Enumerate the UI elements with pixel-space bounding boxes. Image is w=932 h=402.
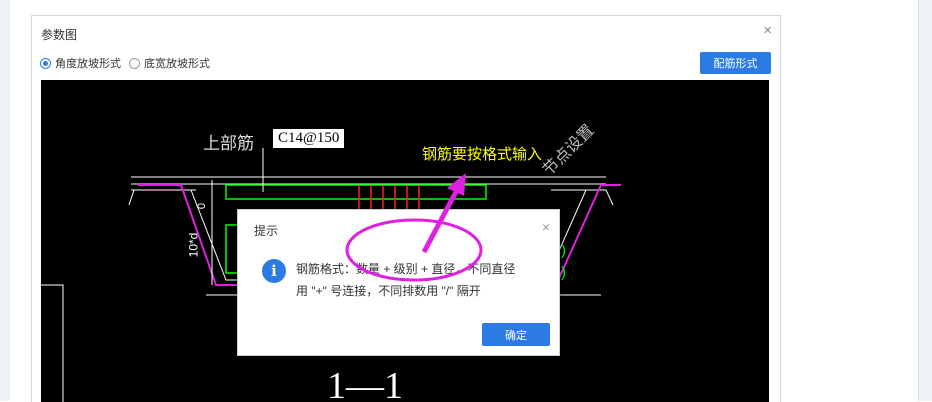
radio-width-slope[interactable]: 底宽放坡形式 xyxy=(129,55,210,71)
paren-label-1: ) xyxy=(561,242,566,259)
dialog-title: 参数图 xyxy=(41,28,78,42)
slope-mode-radio-group: 角度放坡形式 底宽放坡形式 xyxy=(40,55,218,71)
hint-popup: 提示 × i 钢筋格式：数量 + 级别 + 直径，不同直径 用 "+" 号连接，… xyxy=(237,209,560,356)
upper-rebar-label: 上部筋 xyxy=(203,134,254,153)
dimension-10d-label: 10*d xyxy=(186,232,201,258)
popup-close-icon[interactable]: × xyxy=(542,219,550,235)
popup-title: 提示 xyxy=(254,224,279,238)
right-scroll-panel[interactable] xyxy=(918,0,932,401)
radio-checked-icon[interactable] xyxy=(40,57,51,69)
upper-rebar-value[interactable]: C14@150 xyxy=(273,129,345,148)
section-label: 1—1 xyxy=(327,365,403,402)
format-hint-annotation: 钢筋要按格式输入 xyxy=(422,146,543,163)
popup-message-line1: 钢筋格式：数量 + 级别 + 直径，不同直径 xyxy=(296,262,516,276)
popup-message-line2: 用 "+" 号连接，不同排数用 "/" 隔开 xyxy=(296,284,481,298)
info-icon: i xyxy=(262,259,286,283)
radio-angle-label: 角度放坡形式 xyxy=(55,58,121,70)
left-gutter xyxy=(0,0,10,401)
rebar-form-button[interactable]: 配筋形式 xyxy=(700,52,771,74)
radio-width-label: 底宽放坡形式 xyxy=(144,58,210,70)
radio-unchecked-icon[interactable] xyxy=(129,57,140,69)
dimension-zero-label: 0 xyxy=(196,202,209,210)
close-icon[interactable]: × xyxy=(763,22,772,39)
ok-button[interactable]: 确定 xyxy=(482,323,550,346)
paren-label-2: ) xyxy=(561,264,566,281)
radio-angle-slope[interactable]: 角度放坡形式 xyxy=(40,55,121,71)
